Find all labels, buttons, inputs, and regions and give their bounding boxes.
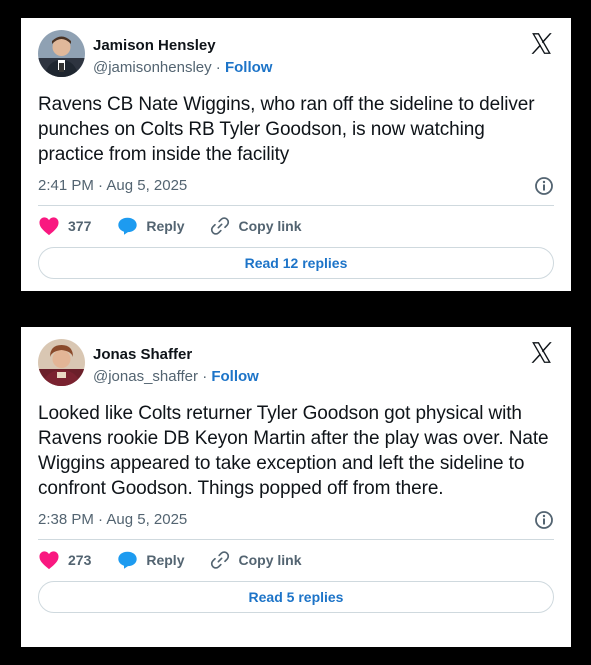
heart-icon <box>39 551 59 570</box>
like-button[interactable]: 273 <box>38 550 91 570</box>
info-icon[interactable] <box>534 510 554 530</box>
tweet-actions: 377 Reply Copy link <box>38 206 554 246</box>
tweet-text: Ravens CB Nate Wiggins, who ran off the … <box>38 94 535 165</box>
like-button[interactable]: 377 <box>38 216 91 236</box>
author-handle[interactable]: @jamisonhensley <box>93 59 212 76</box>
reply-label: Reply <box>146 218 185 234</box>
author-name[interactable]: Jonas Shaffer <box>93 345 259 365</box>
reply-label: Reply <box>146 552 185 568</box>
tweet-header: Jamison Hensley @jamisonhensley · Follow <box>38 18 554 84</box>
heart-icon <box>39 217 59 236</box>
reply-bubble-icon <box>118 217 138 235</box>
copy-link-button[interactable]: Copy link <box>210 550 302 570</box>
tweet-card-2: Jonas Shaffer @jonas_shaffer · Follow Lo… <box>21 327 571 647</box>
follow-button[interactable]: Follow <box>211 368 259 385</box>
reply-bubble-icon <box>118 551 138 569</box>
follow-button[interactable]: Follow <box>225 59 273 76</box>
copy-link-label: Copy link <box>238 552 302 568</box>
tweet-actions: 273 Reply Copy link <box>38 540 554 580</box>
avatar[interactable] <box>38 30 85 77</box>
tweet-timestamp[interactable]: 2:41 PM · Aug 5, 2025 <box>38 177 187 194</box>
link-icon <box>211 551 230 569</box>
tweet-timestamp[interactable]: 2:38 PM · Aug 5, 2025 <box>38 511 187 528</box>
author-handle[interactable]: @jonas_shaffer <box>93 368 198 385</box>
reply-button[interactable]: Reply <box>117 216 184 236</box>
reply-button[interactable]: Reply <box>117 550 184 570</box>
tweet-card-1: Jamison Hensley @jamisonhensley · Follow… <box>21 18 571 291</box>
link-icon <box>211 217 230 235</box>
x-logo-icon[interactable] <box>529 31 554 56</box>
avatar[interactable] <box>38 339 85 386</box>
read-replies-button[interactable]: Read 12 replies <box>38 247 554 279</box>
separator-dot: · <box>202 368 208 385</box>
tweet-header: Jonas Shaffer @jonas_shaffer · Follow <box>38 327 554 393</box>
copy-link-button[interactable]: Copy link <box>210 216 302 236</box>
x-logo-icon[interactable] <box>529 340 554 365</box>
tweet-text: Looked like Colts returner Tyler Goodson… <box>38 403 549 499</box>
info-icon[interactable] <box>534 176 554 196</box>
like-count: 273 <box>68 552 92 568</box>
copy-link-label: Copy link <box>238 218 302 234</box>
separator-dot: · <box>215 59 221 76</box>
author-name[interactable]: Jamison Hensley <box>93 36 272 56</box>
like-count: 377 <box>68 218 92 234</box>
read-replies-button[interactable]: Read 5 replies <box>38 581 554 613</box>
